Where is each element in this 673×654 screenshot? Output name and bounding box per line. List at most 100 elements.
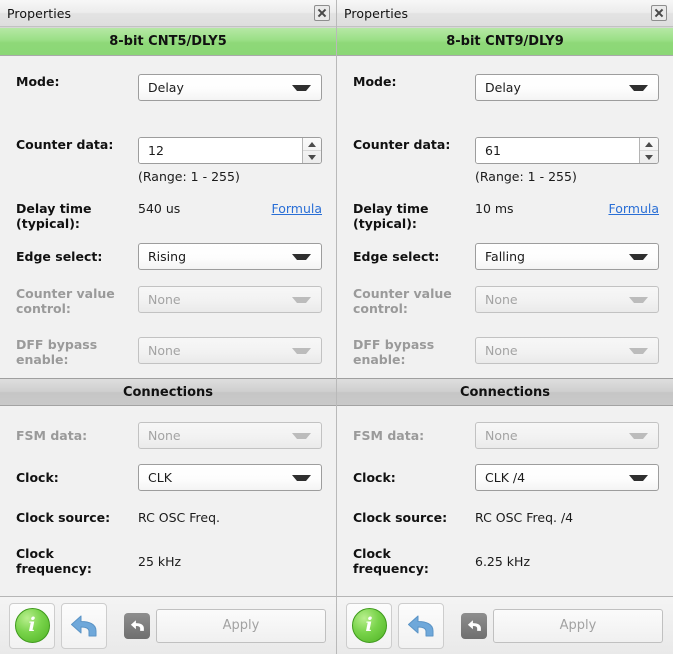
counter-value-control-label-line2: control: [353, 301, 408, 316]
footer-toolbar-left: i Apply [0, 596, 336, 654]
delay-time-value: 10 ms [475, 201, 514, 216]
clock-select[interactable]: CLK [138, 464, 322, 491]
counter-data-label: Counter data: [16, 137, 114, 152]
dff-bypass-select: None [138, 337, 322, 364]
spinner-down-icon[interactable] [640, 151, 658, 163]
dff-bypass-select: None [475, 337, 659, 364]
revert-button[interactable] [461, 612, 487, 639]
counter-value-control-select: None [475, 286, 659, 313]
revert-icon [130, 620, 144, 631]
dff-bypass-label-line2: enable: [16, 352, 69, 367]
row-clock-frequency: Clock frequency: 25 kHz [0, 546, 336, 576]
counter-value-control-select: None [138, 286, 322, 313]
titlebar-left: Properties [0, 0, 336, 27]
apply-button[interactable]: Apply [493, 608, 663, 643]
panel-body-right: Mode: Delay Counter data: 61 (Range: 1 -… [337, 56, 673, 378]
undo-button[interactable] [398, 602, 444, 649]
counter-value-control-label-line1: Counter value [353, 286, 452, 301]
close-icon[interactable] [651, 5, 667, 21]
counter-data-range-hint: (Range: 1 - 255) [475, 169, 577, 184]
spinner-down-icon[interactable] [303, 151, 321, 163]
fsm-data-select: None [475, 422, 659, 449]
row-dff-bypass: DFF bypass enable: None [337, 337, 673, 367]
info-button[interactable]: i [9, 602, 55, 649]
counter-data-input[interactable]: 12 [139, 138, 302, 163]
clock-value: CLK [148, 470, 172, 485]
revert-icon [467, 620, 481, 631]
apply-button[interactable]: Apply [156, 608, 326, 643]
counter-data-input[interactable]: 61 [476, 138, 639, 163]
edge-select-select[interactable]: Falling [475, 243, 659, 270]
delay-time-label-line2: (typical): [16, 216, 80, 231]
row-clock-frequency: Clock frequency: 6.25 kHz [337, 546, 673, 576]
clock-label: Clock: [353, 470, 396, 485]
formula-link[interactable]: Formula [608, 201, 659, 216]
fsm-data-value: None [148, 428, 181, 443]
titlebar-title: Properties [7, 5, 72, 21]
counter-value-control-value: None [148, 292, 181, 307]
row-edge-select: Edge select: Rising [0, 243, 336, 270]
counter-data-spin-buttons[interactable] [302, 138, 321, 163]
edge-select-label: Edge select: [16, 249, 103, 264]
dff-bypass-label-line1: DFF bypass [353, 337, 435, 352]
spinner-up-icon[interactable] [303, 138, 321, 151]
formula-link[interactable]: Formula [271, 201, 322, 216]
section-header-device: 8-bit CNT5/DLY5 [0, 27, 336, 56]
undo-icon [71, 615, 97, 636]
dff-bypass-label-line1: DFF bypass [16, 337, 98, 352]
row-edge-select: Edge select: Falling [337, 243, 673, 270]
connections-body-right: FSM data: None Clock: CLK /4 Clock sourc… [337, 406, 673, 596]
dff-bypass-label: DFF bypass enable: [337, 337, 475, 367]
undo-button[interactable] [61, 602, 107, 649]
clock-frequency-label: Clock frequency: [337, 546, 475, 576]
counter-data-stepper[interactable]: 12 [138, 137, 322, 164]
row-fsm-data: FSM data: None [337, 422, 673, 449]
row-mode: Mode: Delay [0, 74, 336, 101]
mode-select[interactable]: Delay [138, 74, 322, 101]
properties-panel-right: Properties 8-bit CNT9/DLY9 Mode: Delay C… [336, 0, 673, 654]
chevron-down-icon [292, 432, 311, 439]
chevron-down-icon [292, 474, 311, 481]
row-counter-data: Counter data: 12 (Range: 1 - 255) [0, 137, 336, 184]
dff-bypass-label: DFF bypass enable: [0, 337, 138, 367]
row-clock: Clock: CLK /4 [337, 464, 673, 491]
row-counter-data: Counter data: 61 (Range: 1 - 255) [337, 137, 673, 184]
counter-value-control-label-line1: Counter value [16, 286, 115, 301]
clock-frequency-value: 6.25 kHz [475, 554, 531, 569]
counter-data-stepper[interactable]: 61 [475, 137, 659, 164]
dff-bypass-value: None [148, 343, 181, 358]
spinner-up-icon[interactable] [640, 138, 658, 151]
edge-select-select[interactable]: Rising [138, 243, 322, 270]
clock-source-label: Clock source: [16, 510, 111, 525]
delay-time-label-line1: Delay time [353, 201, 429, 216]
row-delay-time: Delay time (typical): 10 ms Formula [337, 201, 673, 231]
clock-frequency-label-line2: frequency: [353, 561, 429, 576]
mode-label: Mode: [16, 74, 60, 89]
row-counter-value-control: Counter value control: None [337, 286, 673, 316]
row-clock-source: Clock source: RC OSC Freq. [0, 510, 336, 525]
fsm-data-label: FSM data: [16, 428, 88, 443]
mode-select[interactable]: Delay [475, 74, 659, 101]
clock-label: Clock: [16, 470, 59, 485]
counter-value-control-label: Counter value control: [0, 286, 138, 316]
revert-button[interactable] [124, 612, 150, 639]
connections-body-left: FSM data: None Clock: CLK Clock source: … [0, 406, 336, 596]
counter-data-spin-buttons[interactable] [639, 138, 658, 163]
chevron-down-icon [292, 347, 311, 354]
dff-bypass-value: None [485, 343, 518, 358]
edge-select-value: Falling [485, 249, 525, 264]
clock-value: CLK /4 [485, 470, 526, 485]
counter-data-label: Counter data: [353, 137, 451, 152]
clock-select[interactable]: CLK /4 [475, 464, 659, 491]
row-fsm-data: FSM data: None [0, 422, 336, 449]
close-icon[interactable] [314, 5, 330, 21]
chevron-down-icon [629, 296, 648, 303]
titlebar-right: Properties [337, 0, 673, 27]
info-icon: i [351, 608, 387, 643]
delay-time-label-line2: (typical): [353, 216, 417, 231]
info-button[interactable]: i [346, 602, 392, 649]
chevron-down-icon [292, 84, 311, 91]
row-mode: Mode: Delay [337, 74, 673, 101]
clock-frequency-label-line1: Clock [353, 546, 391, 561]
counter-value-control-label: Counter value control: [337, 286, 475, 316]
